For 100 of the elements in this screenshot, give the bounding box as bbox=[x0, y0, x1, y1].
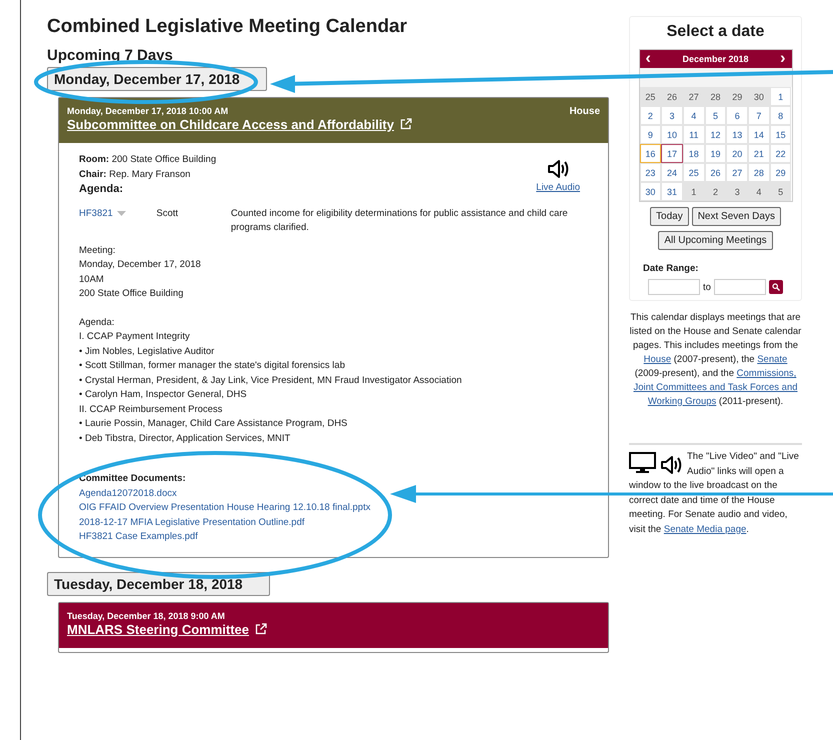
calendar-day[interactable]: 28 bbox=[704, 87, 726, 106]
agenda-note: • Crystal Herman, President, & Jay Link, Vice President, MN Fraud Investigator Association bbox=[79, 374, 463, 388]
bill-description: Counted income for eligibility determinations for public assistance and child care programs clarified. bbox=[230, 206, 569, 235]
document-link[interactable]: 2018-12-17 MFIA Legislative Presentation Outline.pdf bbox=[79, 516, 588, 530]
calendar-day[interactable]: 31 bbox=[661, 182, 683, 201]
calendar-day[interactable]: 14 bbox=[748, 125, 770, 144]
calendar-day[interactable]: 29 bbox=[726, 87, 748, 106]
meeting-detail: Room: 200 State Office Building bbox=[79, 153, 216, 167]
calendar-day[interactable]: 13 bbox=[726, 125, 748, 144]
calendar-day[interactable]: 8 bbox=[770, 106, 792, 125]
calendar-day[interactable]: 22 bbox=[770, 144, 792, 163]
calendar-day[interactable]: 17 bbox=[661, 144, 683, 163]
filter-button[interactable]: Today bbox=[650, 207, 689, 226]
range-separator: to bbox=[703, 282, 711, 292]
calendar-day[interactable]: 2 bbox=[640, 106, 662, 125]
calendar-day[interactable]: 21 bbox=[748, 144, 770, 163]
calendar-day[interactable]: 16 bbox=[640, 144, 662, 163]
calendar-day[interactable]: 3 bbox=[661, 106, 683, 125]
bill-link[interactable]: HF3821 bbox=[79, 206, 113, 221]
text-link[interactable]: Joint Committees and Task Forces and bbox=[633, 382, 798, 393]
month-label: December 2018 bbox=[682, 54, 749, 64]
previous-month-button[interactable]: ‹ bbox=[646, 50, 651, 68]
meeting-detail: Chair: Rep. Mary Franson bbox=[79, 168, 190, 182]
calendar-day[interactable]: 26 bbox=[704, 163, 726, 182]
search-button[interactable] bbox=[768, 280, 783, 294]
calendar-day[interactable]: 23 bbox=[640, 163, 662, 182]
media-note: The "Live Video" and "Live Audio" links will open a window to the live broadcast on the correct date and time of the House meeting. For Senate audio and video, visit the Senate Media page. bbox=[629, 450, 800, 536]
panel-title: Select a date bbox=[666, 23, 764, 41]
calendar-day[interactable]: 15 bbox=[770, 125, 792, 144]
filter-button[interactable]: All Upcoming Meetings bbox=[658, 231, 773, 250]
page-title: Combined Legislative Meeting Calendar bbox=[47, 16, 408, 38]
end-date-field[interactable] bbox=[714, 279, 766, 295]
meeting-datetime: Tuesday, December 18, 2018 9:00 AM bbox=[67, 610, 226, 620]
text-link[interactable]: House bbox=[644, 354, 672, 365]
document-link[interactable]: OIG FFAID Overview Presentation House Hearing 12.10.18 final.pptx bbox=[79, 501, 588, 516]
calendar-day[interactable]: 27 bbox=[726, 163, 748, 182]
monitor-icon bbox=[629, 452, 656, 474]
calendar-day[interactable]: 12 bbox=[704, 125, 726, 144]
date-range-label: Date Range: bbox=[642, 263, 700, 274]
calendar-day[interactable]: 5 bbox=[704, 106, 726, 125]
calendar-day[interactable]: 5 bbox=[770, 182, 792, 201]
document-link[interactable]: Agenda12072018.docx bbox=[79, 486, 588, 501]
section-subtitle: Upcoming 7 Days bbox=[47, 47, 174, 64]
calendar-day[interactable]: 28 bbox=[748, 163, 770, 182]
calendar-day[interactable]: 7 bbox=[748, 106, 770, 125]
document-link[interactable]: HF3821 Case Examples.pdf bbox=[79, 530, 588, 544]
meeting-title-link[interactable]: Subcommittee on Childcare Access and Affordability bbox=[67, 117, 394, 132]
agenda-note: Agenda: bbox=[79, 316, 116, 330]
calendar-day[interactable]: 25 bbox=[640, 87, 662, 106]
text-link[interactable]: Senate Media page bbox=[664, 524, 746, 534]
calendar-day[interactable]: 6 bbox=[726, 106, 748, 125]
agenda-note: • Scott Stillman, former manager the state's digital forensics lab bbox=[79, 359, 346, 373]
filter-button[interactable]: Next Seven Days bbox=[692, 207, 781, 226]
agenda-heading: Agenda: bbox=[79, 182, 123, 196]
agenda-note: I. CCAP Payment Integrity bbox=[79, 330, 191, 344]
calendar-day[interactable]: 24 bbox=[661, 163, 683, 182]
calendar-day[interactable]: 9 bbox=[640, 125, 662, 144]
calendar-day[interactable]: 26 bbox=[661, 87, 683, 106]
day-heading: Tuesday, December 18, 2018 bbox=[47, 572, 270, 596]
calendar-day[interactable]: 10 bbox=[661, 125, 683, 144]
calendar-day[interactable]: 1 bbox=[770, 87, 792, 106]
calendar-description: This calendar displays meetings that are listed on the House and Senate calendar pages. This includes meetings from the House (2007-present), the Senate (2009-present), and the Commissions, Joint Committees and Task Forces and Working Groups (2011-present). bbox=[629, 311, 802, 409]
agenda-note: • Carolyn Ham, Inspector General, DHS bbox=[79, 388, 248, 402]
calendar-day[interactable]: 20 bbox=[726, 144, 748, 163]
day-heading: Monday, December 17, 2018 bbox=[47, 67, 267, 91]
calendar-day[interactable]: 27 bbox=[682, 87, 705, 106]
calendar-day[interactable]: 1 bbox=[682, 182, 705, 201]
agenda-note: II. CCAP Reimbursement Process bbox=[79, 402, 224, 416]
calendar-day[interactable]: 4 bbox=[748, 182, 770, 201]
agenda-note: 200 State Office Building bbox=[79, 287, 184, 301]
calendar-day[interactable]: 2 bbox=[704, 182, 726, 201]
agenda-note: Monday, December 17, 2018 bbox=[79, 258, 202, 272]
calendar-day[interactable]: 30 bbox=[748, 87, 770, 106]
calendar-day[interactable]: 11 bbox=[682, 125, 705, 144]
calendar-day[interactable]: 25 bbox=[682, 163, 705, 182]
next-month-button[interactable]: › bbox=[780, 50, 786, 68]
calendar-day[interactable]: 18 bbox=[682, 144, 705, 163]
agenda-note: • Deb Tibstra, Director, Application Services, MNIT bbox=[79, 432, 292, 446]
external-link-icon bbox=[255, 622, 268, 634]
caret-icon[interactable] bbox=[116, 210, 126, 216]
calendar-day[interactable]: 3 bbox=[726, 182, 748, 201]
calendar-day[interactable]: 4 bbox=[682, 106, 705, 125]
agenda-note: • Jim Nobles, Legislative Auditor bbox=[79, 344, 216, 358]
meeting-title-link[interactable]: MNLARS Steering Committee bbox=[67, 622, 250, 636]
live-audio-link[interactable]: Live Audio bbox=[536, 181, 580, 196]
agenda-note: 10AM bbox=[79, 272, 105, 286]
calendar-day[interactable]: 30 bbox=[640, 182, 662, 201]
meeting-datetime: Monday, December 17, 2018 10:00 AM bbox=[67, 106, 230, 116]
calendar-day[interactable]: 19 bbox=[704, 144, 726, 163]
external-link-icon bbox=[400, 118, 412, 130]
chamber-label: House bbox=[569, 106, 600, 119]
start-date-field[interactable] bbox=[648, 279, 700, 295]
agenda-note: • Laurie Possin, Manager, Child Care Assistance Program, DHS bbox=[79, 417, 348, 431]
speaker-icon bbox=[546, 157, 570, 181]
text-link[interactable]: Senate bbox=[757, 354, 788, 365]
text-link[interactable]: Working Groups bbox=[648, 396, 716, 407]
text-link[interactable]: Commissions, bbox=[736, 368, 796, 379]
calendar-day[interactable]: 29 bbox=[770, 163, 792, 182]
bill-author: Scott bbox=[156, 206, 180, 220]
agenda-note: Meeting: bbox=[79, 244, 116, 258]
